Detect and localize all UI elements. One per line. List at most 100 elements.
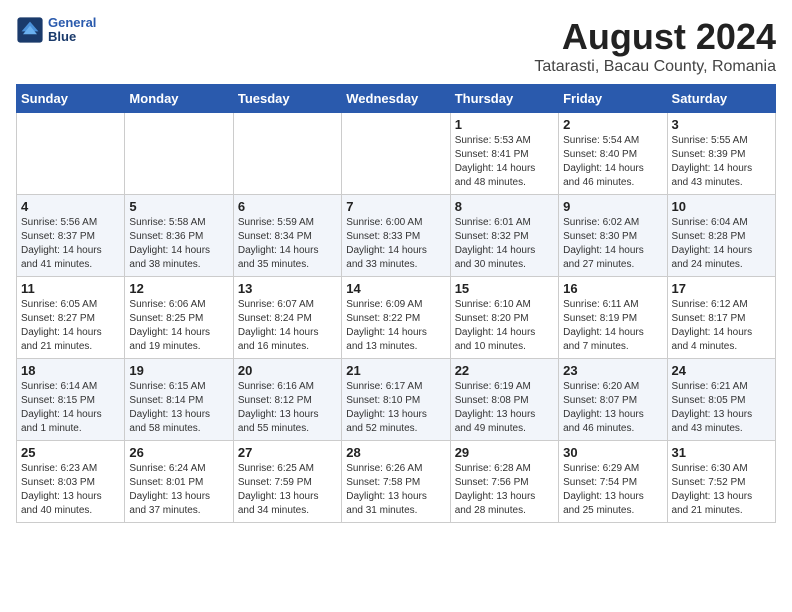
title-area: August 2024 Tatarasti, Bacau County, Rom… [534,16,776,76]
calendar-cell: 5 Sunrise: 5:58 AM Sunset: 8:36 PM Daylig… [125,195,233,277]
logo-icon [16,16,44,44]
calendar-cell: 31Sunrise: 6:30 AM Sunset: 7:52 PM Dayli… [667,441,775,523]
day-info: Sunrise: 5:54 AM Sunset: 8:40 PM Dayligh… [563,134,662,190]
calendar-cell: 26 Sunrise: 6:24 AM Sunset: 8:01 PM Dayli… [125,441,233,523]
calendar-body: 1 Sunrise: 5:53 AM Sunset: 8:41 PM Daylig… [17,113,776,523]
day-number: 15 [455,281,554,296]
day-number: 5 [129,199,228,214]
day-info: Sunrise: 6:19 AM Sunset: 8:08 PM Dayligh… [455,380,554,436]
day-info: Sunrise: 6:01 AM Sunset: 8:32 PM Dayligh… [455,216,554,272]
day-number: 1 [455,117,554,132]
calendar-cell: 11 Sunrise: 6:05 AM Sunset: 8:27 PM Dayli… [17,277,125,359]
day-number: 6 [238,199,337,214]
calendar-week-row: 11 Sunrise: 6:05 AM Sunset: 8:27 PM Dayli… [17,277,776,359]
day-info: Sunrise: 6:12 AM Sunset: 8:17 PM Dayligh… [672,298,771,354]
day-info: Sunrise: 6:21 AM Sunset: 8:05 PM Dayligh… [672,380,771,436]
day-number: 4 [21,199,120,214]
weekday-header: Monday [125,85,233,113]
calendar-cell: 20Sunrise: 6:16 AM Sunset: 8:12 PM Dayli… [233,359,341,441]
weekday-header: Wednesday [342,85,450,113]
calendar-cell [17,113,125,195]
calendar-week-row: 25 Sunrise: 6:23 AM Sunset: 8:03 PM Dayli… [17,441,776,523]
calendar-week-row: 18 Sunrise: 6:14 AM Sunset: 8:15 PM Dayli… [17,359,776,441]
weekday-header: Friday [559,85,667,113]
day-info: Sunrise: 6:09 AM Sunset: 8:22 PM Dayligh… [346,298,445,354]
calendar-cell: 23Sunrise: 6:20 AM Sunset: 8:07 PM Dayli… [559,359,667,441]
day-info: Sunrise: 6:10 AM Sunset: 8:20 PM Dayligh… [455,298,554,354]
weekday-header: Thursday [450,85,558,113]
day-info: Sunrise: 6:26 AM Sunset: 7:58 PM Dayligh… [346,462,445,518]
day-number: 18 [21,363,120,378]
calendar-cell: 10Sunrise: 6:04 AM Sunset: 8:28 PM Dayli… [667,195,775,277]
calendar-table: SundayMondayTuesdayWednesdayThursdayFrid… [16,84,776,523]
day-info: Sunrise: 6:14 AM Sunset: 8:15 PM Dayligh… [21,380,120,436]
calendar-cell [125,113,233,195]
logo-line2: Blue [48,30,96,44]
day-number: 17 [672,281,771,296]
calendar-cell: 4 Sunrise: 5:56 AM Sunset: 8:37 PM Daylig… [17,195,125,277]
day-number: 11 [21,281,120,296]
calendar-cell: 7Sunrise: 6:00 AM Sunset: 8:33 PM Daylig… [342,195,450,277]
calendar-cell: 12Sunrise: 6:06 AM Sunset: 8:25 PM Dayli… [125,277,233,359]
calendar-cell: 8Sunrise: 6:01 AM Sunset: 8:32 PM Daylig… [450,195,558,277]
day-number: 12 [129,281,228,296]
calendar-cell: 25 Sunrise: 6:23 AM Sunset: 8:03 PM Dayli… [17,441,125,523]
day-info: Sunrise: 5:53 AM Sunset: 8:41 PM Dayligh… [455,134,554,190]
day-number: 26 [129,445,228,460]
calendar-cell: 14Sunrise: 6:09 AM Sunset: 8:22 PM Dayli… [342,277,450,359]
day-number: 20 [238,363,337,378]
weekday-header: Saturday [667,85,775,113]
calendar-subtitle: Tatarasti, Bacau County, Romania [534,58,776,76]
day-number: 27 [238,445,337,460]
day-info: Sunrise: 5:59 AM Sunset: 8:34 PM Dayligh… [238,216,337,272]
calendar-cell: 2 Sunrise: 5:54 AM Sunset: 8:40 PM Daylig… [559,113,667,195]
calendar-week-row: 1 Sunrise: 5:53 AM Sunset: 8:41 PM Daylig… [17,113,776,195]
calendar-cell: 3Sunrise: 5:55 AM Sunset: 8:39 PM Daylig… [667,113,775,195]
calendar-cell [342,113,450,195]
day-info: Sunrise: 6:28 AM Sunset: 7:56 PM Dayligh… [455,462,554,518]
day-info: Sunrise: 6:24 AM Sunset: 8:01 PM Dayligh… [129,462,228,518]
day-number: 30 [563,445,662,460]
day-number: 16 [563,281,662,296]
calendar-cell: 21 Sunrise: 6:17 AM Sunset: 8:10 PM Dayli… [342,359,450,441]
calendar-cell: 17 Sunrise: 6:12 AM Sunset: 8:17 PM Dayli… [667,277,775,359]
calendar-cell: 19 Sunrise: 6:15 AM Sunset: 8:14 PM Dayli… [125,359,233,441]
day-number: 25 [21,445,120,460]
day-number: 19 [129,363,228,378]
calendar-cell: 22 Sunrise: 6:19 AM Sunset: 8:08 PM Dayli… [450,359,558,441]
weekday-header-row: SundayMondayTuesdayWednesdayThursdayFrid… [17,85,776,113]
calendar-cell: 28 Sunrise: 6:26 AM Sunset: 7:58 PM Dayli… [342,441,450,523]
calendar-cell: 15 Sunrise: 6:10 AM Sunset: 8:20 PM Dayli… [450,277,558,359]
calendar-cell: 29Sunrise: 6:28 AM Sunset: 7:56 PM Dayli… [450,441,558,523]
day-info: Sunrise: 5:58 AM Sunset: 8:36 PM Dayligh… [129,216,228,272]
day-info: Sunrise: 6:07 AM Sunset: 8:24 PM Dayligh… [238,298,337,354]
calendar-cell: 30Sunrise: 6:29 AM Sunset: 7:54 PM Dayli… [559,441,667,523]
day-number: 9 [563,199,662,214]
day-info: Sunrise: 6:17 AM Sunset: 8:10 PM Dayligh… [346,380,445,436]
calendar-header: SundayMondayTuesdayWednesdayThursdayFrid… [17,85,776,113]
day-info: Sunrise: 6:02 AM Sunset: 8:30 PM Dayligh… [563,216,662,272]
day-number: 13 [238,281,337,296]
logo-text: General Blue [48,16,96,45]
day-info: Sunrise: 6:00 AM Sunset: 8:33 PM Dayligh… [346,216,445,272]
day-info: Sunrise: 5:56 AM Sunset: 8:37 PM Dayligh… [21,216,120,272]
day-number: 22 [455,363,554,378]
calendar-cell [233,113,341,195]
logo-line1: General [48,16,96,30]
weekday-header: Sunday [17,85,125,113]
day-number: 21 [346,363,445,378]
day-info: Sunrise: 6:15 AM Sunset: 8:14 PM Dayligh… [129,380,228,436]
day-info: Sunrise: 6:05 AM Sunset: 8:27 PM Dayligh… [21,298,120,354]
day-number: 10 [672,199,771,214]
calendar-week-row: 4 Sunrise: 5:56 AM Sunset: 8:37 PM Daylig… [17,195,776,277]
day-info: Sunrise: 6:23 AM Sunset: 8:03 PM Dayligh… [21,462,120,518]
day-info: Sunrise: 5:55 AM Sunset: 8:39 PM Dayligh… [672,134,771,190]
day-info: Sunrise: 6:25 AM Sunset: 7:59 PM Dayligh… [238,462,337,518]
logo: General Blue [16,16,96,45]
day-info: Sunrise: 6:11 AM Sunset: 8:19 PM Dayligh… [563,298,662,354]
calendar-cell: 13 Sunrise: 6:07 AM Sunset: 8:24 PM Dayli… [233,277,341,359]
day-number: 24 [672,363,771,378]
calendar-cell: 24 Sunrise: 6:21 AM Sunset: 8:05 PM Dayli… [667,359,775,441]
day-number: 2 [563,117,662,132]
day-number: 28 [346,445,445,460]
